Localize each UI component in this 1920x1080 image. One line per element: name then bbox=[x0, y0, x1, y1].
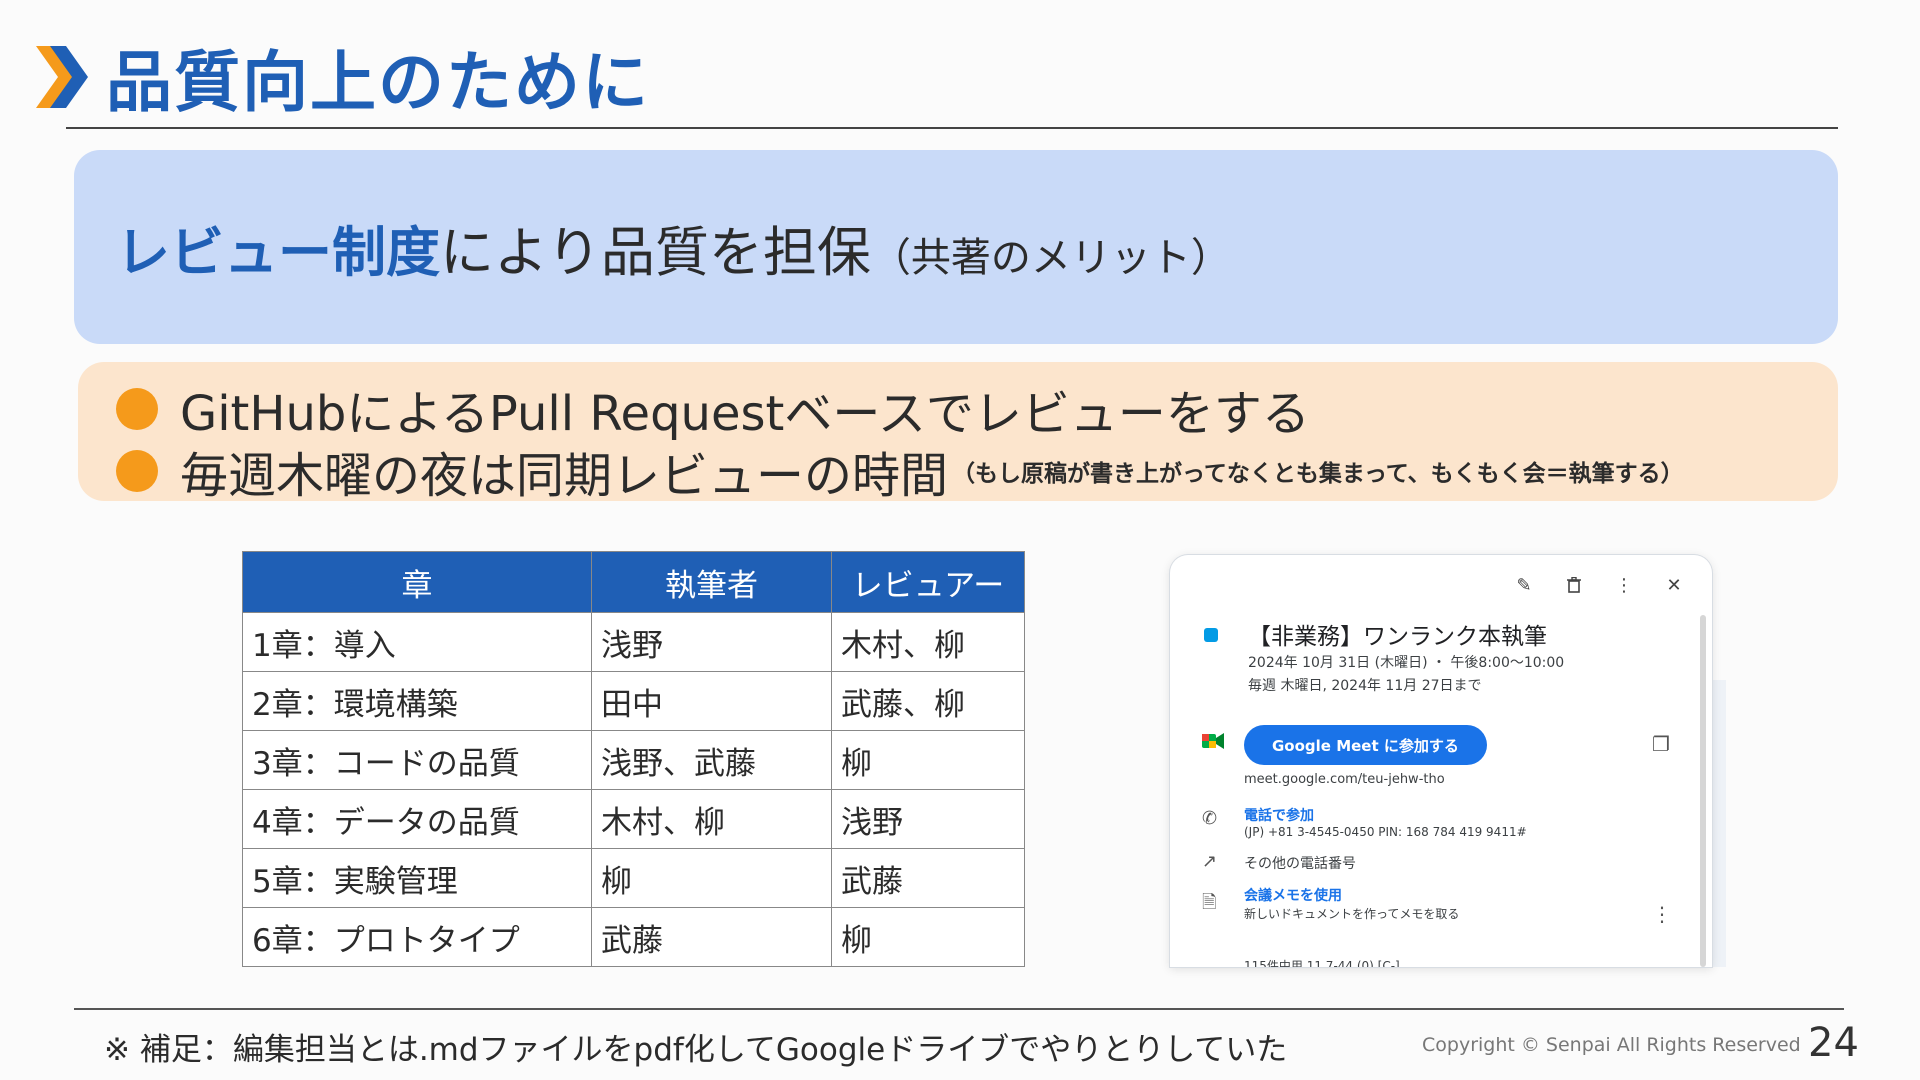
column-header-reviewer: レビュアー bbox=[831, 551, 1025, 613]
copyright: Copyright © Senpai All Rights Reserved bbox=[1422, 1034, 1801, 1056]
join-by-phone-link[interactable]: 電話で参加 bbox=[1244, 805, 1314, 825]
table-cell: 柳 bbox=[831, 730, 1025, 790]
table-cell: 浅野、武藤 bbox=[591, 730, 832, 790]
table-row: 4章：データの品質 木村、柳 浅野 bbox=[242, 789, 1025, 849]
table-cell: 武藤 bbox=[831, 848, 1025, 908]
meet-url[interactable]: meet.google.com/teu-jehw-tho bbox=[1244, 772, 1445, 787]
highlight-text: レビュー制度により品質を担保（共著のメリット） bbox=[116, 208, 1231, 287]
phone-icon: ✆ bbox=[1202, 808, 1218, 829]
page-title: 品質向上のために bbox=[106, 44, 650, 121]
trash-icon[interactable] bbox=[1564, 575, 1584, 595]
table-row: 1章：導入 浅野 木村、柳 bbox=[242, 612, 1025, 672]
page-number: 24 bbox=[1808, 1020, 1859, 1066]
table-cell: 柳 bbox=[591, 848, 832, 908]
calendar-event-popup: ✎ ⋮ ✕ 【非業務】ワンランク本執筆 2024年 10月 31日 (木曜日) … bbox=[1170, 555, 1712, 967]
bullet-text: GitHubによるPull Requestベースでレビューをする bbox=[180, 386, 1310, 442]
event-recurrence: 毎週 木曜日, 2024年 11月 27日まで bbox=[1248, 678, 1482, 694]
table-cell: 木村、柳 bbox=[591, 789, 832, 849]
table-cell: 2章：環境構築 bbox=[242, 671, 592, 731]
other-numbers-link[interactable]: その他の電話番号 bbox=[1244, 853, 1356, 873]
chapter-table: 章 執筆者 レビュアー 1章：導入 浅野 木村、柳 2章：環境構築 田中 武藤、… bbox=[242, 551, 1025, 967]
bullet-item: 毎週木曜の夜は同期レビューの時間 （もし原稿が書き上がってなくとも集まって、もく… bbox=[116, 436, 1684, 506]
popup-toolbar: ✎ ⋮ ✕ bbox=[1514, 575, 1684, 596]
table-row: 3章：コードの品質 浅野、武藤 柳 bbox=[242, 730, 1025, 790]
bullet-dot-icon bbox=[116, 450, 158, 492]
bullet-note: （もし原稿が書き上がってなくとも集まって、もくもく会＝執筆する） bbox=[952, 461, 1684, 487]
highlight-box: レビュー制度により品質を担保（共著のメリット） bbox=[74, 150, 1838, 344]
open-external-icon: ↗ bbox=[1202, 851, 1218, 872]
more-vert-icon[interactable]: ⋮ bbox=[1652, 902, 1672, 926]
table-cell: 1章：導入 bbox=[242, 612, 592, 672]
table-cell: 6章：プロトタイプ bbox=[242, 907, 592, 967]
table-header-row: 章 執筆者 レビュアー bbox=[242, 551, 1025, 613]
calendar-background bbox=[1712, 680, 1726, 967]
slide-title-row: 品質向上のために bbox=[36, 36, 650, 121]
phone-detail: (JP) +81 3-4545-0450 PIN: 168 784 419 94… bbox=[1244, 825, 1527, 839]
join-meet-button[interactable]: Google Meet に参加する bbox=[1244, 725, 1487, 765]
footnote: ※ 補足：編集担当とは.mdファイルをpdf化してGoogleドライブでやりとり… bbox=[104, 1032, 1288, 1068]
title-divider bbox=[66, 127, 1838, 129]
table-cell: 田中 bbox=[591, 671, 832, 731]
column-header-chapter: 章 bbox=[242, 551, 592, 613]
table-cell: 浅野 bbox=[831, 789, 1025, 849]
document-icon: 🗎 bbox=[1202, 892, 1217, 913]
copy-icon[interactable]: ❐ bbox=[1652, 732, 1670, 756]
table-row: 6章：プロトタイプ 武藤 柳 bbox=[242, 907, 1025, 967]
highlight-paren: （共著のメリット） bbox=[870, 234, 1231, 281]
pencil-icon[interactable]: ✎ bbox=[1514, 575, 1534, 596]
highlight-body: により品質を担保 bbox=[440, 220, 871, 284]
popup-scrollbar[interactable] bbox=[1700, 615, 1706, 967]
table-cell: 木村、柳 bbox=[831, 612, 1025, 672]
more-vert-icon[interactable]: ⋮ bbox=[1614, 575, 1634, 596]
event-datetime: 2024年 10月 31日 (木曜日) ・ 午後8:00〜10:00 bbox=[1248, 655, 1565, 671]
close-icon[interactable]: ✕ bbox=[1664, 575, 1684, 596]
bullet-dot-icon bbox=[116, 388, 158, 430]
table-cell: 柳 bbox=[831, 907, 1025, 967]
column-header-author: 執筆者 bbox=[591, 551, 832, 613]
event-color-swatch bbox=[1204, 628, 1218, 642]
table-cell: 武藤、柳 bbox=[831, 671, 1025, 731]
footer-divider bbox=[74, 1008, 1844, 1010]
event-title: 【非業務】ワンランク本執筆 bbox=[1248, 624, 1547, 650]
bullet-box: GitHubによるPull Requestベースでレビューをする 毎週木曜の夜は… bbox=[78, 362, 1838, 504]
meeting-notes-detail: 新しいドキュメントを作ってメモを取る bbox=[1244, 907, 1460, 921]
chevron-right-icon bbox=[36, 46, 88, 108]
table-cell: 武藤 bbox=[591, 907, 832, 967]
highlight-emphasis: レビュー制度 bbox=[116, 220, 440, 284]
bullet-text: 毎週木曜の夜は同期レビューの時間 bbox=[180, 448, 949, 504]
meeting-notes-link[interactable]: 会議メモを使用 bbox=[1244, 885, 1342, 905]
bullet-item: GitHubによるPull Requestベースでレビューをする bbox=[116, 374, 1310, 444]
cut-off-text: 115件中用 11 7-44 (0) [C-] bbox=[1244, 959, 1400, 967]
table-cell: 5章：実験管理 bbox=[242, 848, 592, 908]
google-meet-icon bbox=[1202, 733, 1224, 749]
table-cell: 4章：データの品質 bbox=[242, 789, 592, 849]
table-row: 5章：実験管理 柳 武藤 bbox=[242, 848, 1025, 908]
table-cell: 3章：コードの品質 bbox=[242, 730, 592, 790]
table-cell: 浅野 bbox=[591, 612, 832, 672]
table-row: 2章：環境構築 田中 武藤、柳 bbox=[242, 671, 1025, 731]
